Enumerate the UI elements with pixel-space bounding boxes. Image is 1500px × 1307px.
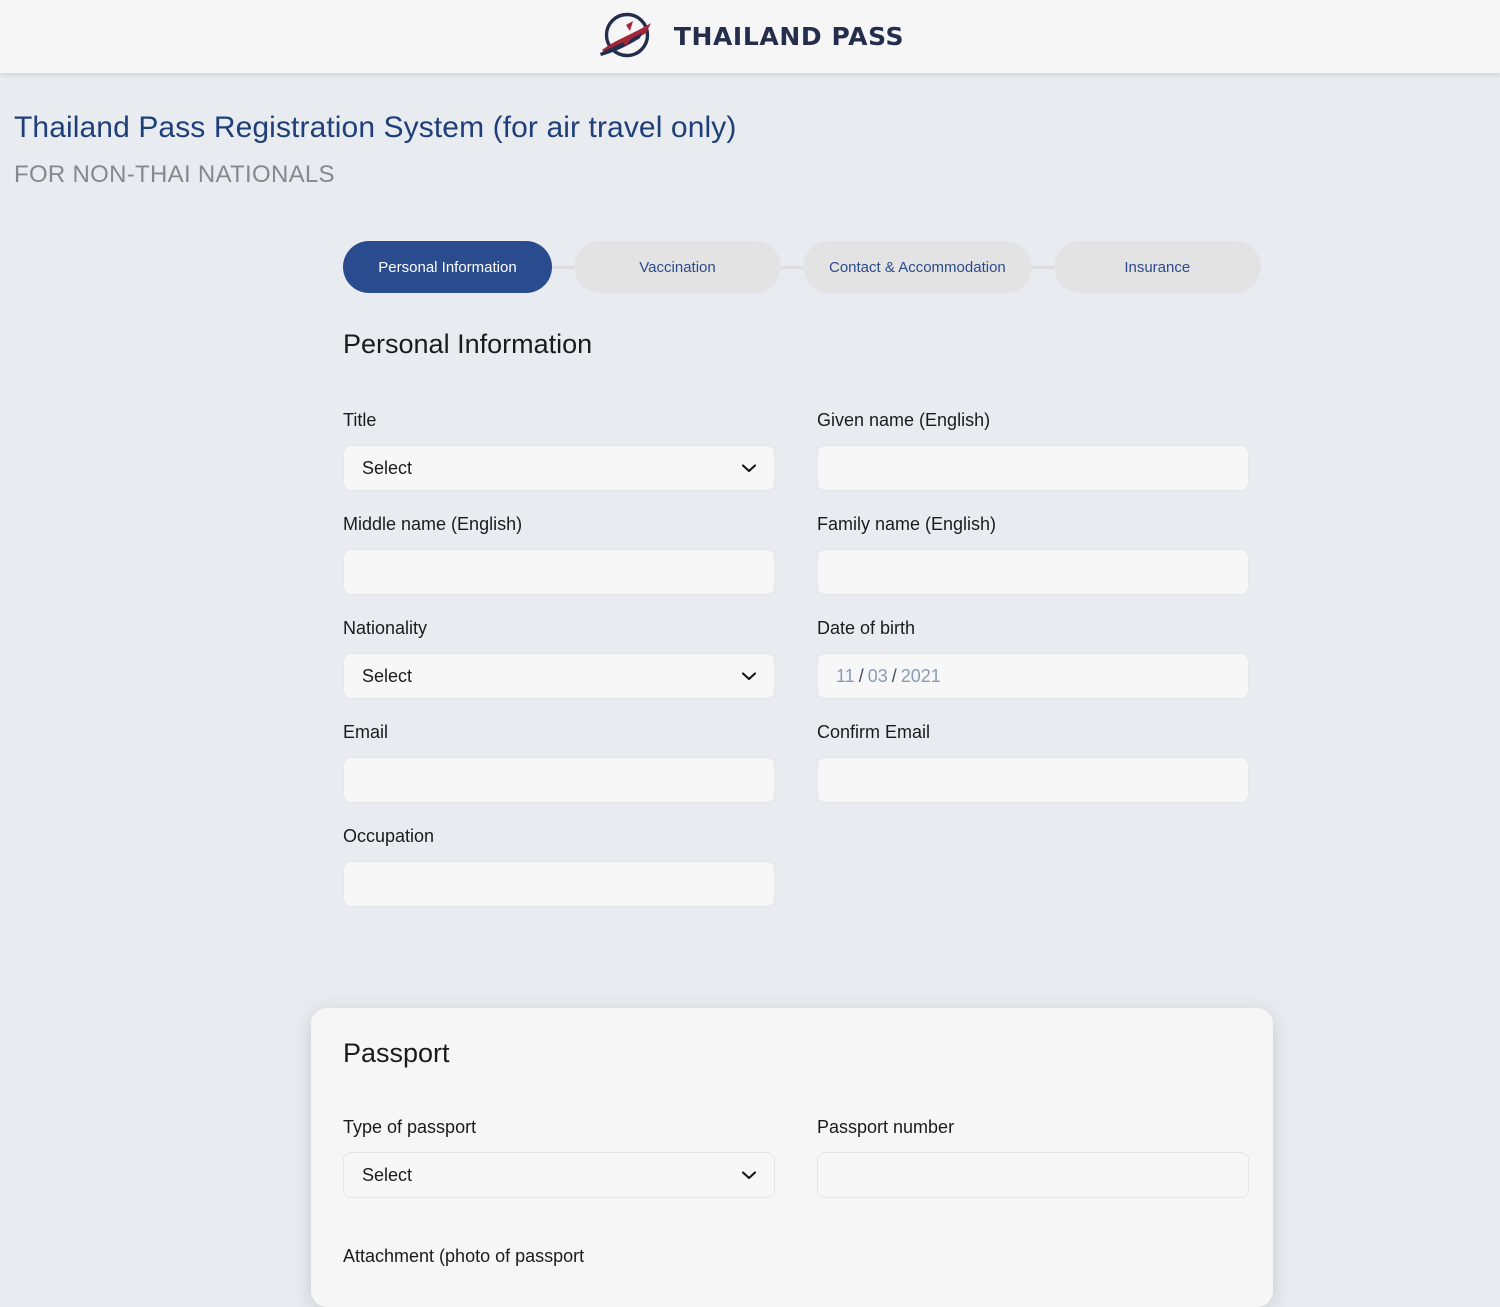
passport-card: Passport Type of passport Select Passpor… <box>311 1008 1273 1307</box>
airplane-globe-logo-icon <box>599 12 651 57</box>
section-title: Personal Information <box>343 329 593 359</box>
step-connector <box>1031 265 1054 269</box>
field-given-name: Given name (English) <box>817 410 1249 491</box>
dob-year[interactable]: 2021 <box>901 666 941 687</box>
step-label: Insurance <box>1124 258 1191 276</box>
family-name-input[interactable] <box>817 549 1249 595</box>
field-email: Email <box>343 722 775 803</box>
registration-stepper: Personal Information Vaccination Contact… <box>0 241 1500 293</box>
page-heading-area: Thailand Pass Registration System (for a… <box>0 73 1500 189</box>
step-vaccination[interactable]: Vaccination <box>574 241 781 293</box>
passport-number-input[interactable] <box>817 1152 1249 1198</box>
grid-spacer <box>817 826 1249 930</box>
step-label: Contact & Accommodation <box>829 258 1006 276</box>
type-of-passport-select-value: Select <box>362 1164 413 1185</box>
label-occupation: Occupation <box>343 826 435 846</box>
chevron-down-icon <box>742 1170 756 1179</box>
dob-day[interactable]: 11 <box>836 666 855 687</box>
field-family-name: Family name (English) <box>817 514 1249 595</box>
label-confirm-email: Confirm Email <box>817 722 931 742</box>
dob-separator: / <box>891 665 897 686</box>
nationality-select-value: Select <box>362 665 413 686</box>
page-subtitle: FOR NON-THAI NATIONALS <box>14 161 335 188</box>
title-select-value: Select <box>362 457 413 478</box>
label-date-of-birth: Date of birth <box>817 618 916 638</box>
middle-name-input[interactable] <box>343 549 775 595</box>
passport-field-grid: Type of passport Select Passport number <box>343 1117 1249 1221</box>
label-passport-number: Passport number <box>817 1117 955 1137</box>
label-middle-name: Middle name (English) <box>343 514 523 534</box>
field-occupation: Occupation <box>343 826 775 907</box>
site-header: THAILAND PASS <box>0 0 1500 73</box>
step-insurance[interactable]: Insurance <box>1053 241 1261 293</box>
field-passport-number: Passport number <box>817 1117 1249 1198</box>
field-confirm-email: Confirm Email <box>817 722 1249 803</box>
type-of-passport-select[interactable]: Select <box>343 1152 775 1198</box>
label-email: Email <box>343 722 389 742</box>
field-nationality: Nationality Select <box>343 618 775 699</box>
step-personal-information[interactable]: Personal Information <box>343 241 552 293</box>
label-title: Title <box>343 410 377 430</box>
field-title: Title Select <box>343 410 775 491</box>
label-family-name: Family name (English) <box>817 514 997 534</box>
step-connector <box>781 265 803 269</box>
label-given-name: Given name (English) <box>817 410 991 430</box>
chevron-down-icon <box>742 671 756 680</box>
confirm-email-input[interactable] <box>817 757 1249 803</box>
field-type-of-passport: Type of passport Select <box>343 1117 775 1198</box>
step-label: Vaccination <box>639 258 716 276</box>
email-input[interactable] <box>343 757 775 803</box>
step-contact-accommodation[interactable]: Contact & Accommodation <box>803 241 1032 293</box>
page-title: Thailand Pass Registration System (for a… <box>14 111 737 144</box>
label-nationality: Nationality <box>343 618 428 638</box>
step-connector <box>552 265 574 269</box>
title-select[interactable]: Select <box>343 445 775 491</box>
field-grid: Title Select Given name (English) Middle… <box>343 410 1249 930</box>
brand[interactable]: THAILAND PASS <box>596 9 904 65</box>
label-attachment: Attachment (photo of passport <box>343 1246 585 1266</box>
given-name-input[interactable] <box>817 445 1249 491</box>
dob-month[interactable]: 03 <box>868 666 888 687</box>
passport-card-title: Passport <box>343 1038 450 1068</box>
label-type-of-passport: Type of passport <box>343 1117 477 1137</box>
step-label: Personal Information <box>378 258 517 276</box>
brand-name: THAILAND PASS <box>673 22 905 51</box>
field-middle-name: Middle name (English) <box>343 514 775 595</box>
nationality-select[interactable]: Select <box>343 653 775 699</box>
chevron-down-icon <box>742 463 756 472</box>
dob-separator: / <box>858 665 864 686</box>
personal-information-form: Personal Information Title Select Given … <box>0 329 1500 930</box>
field-date-of-birth: Date of birth 11 / 03 / 2021 <box>817 618 1249 699</box>
date-of-birth-input[interactable]: 11 / 03 / 2021 <box>817 653 1249 699</box>
occupation-input[interactable] <box>343 861 775 907</box>
